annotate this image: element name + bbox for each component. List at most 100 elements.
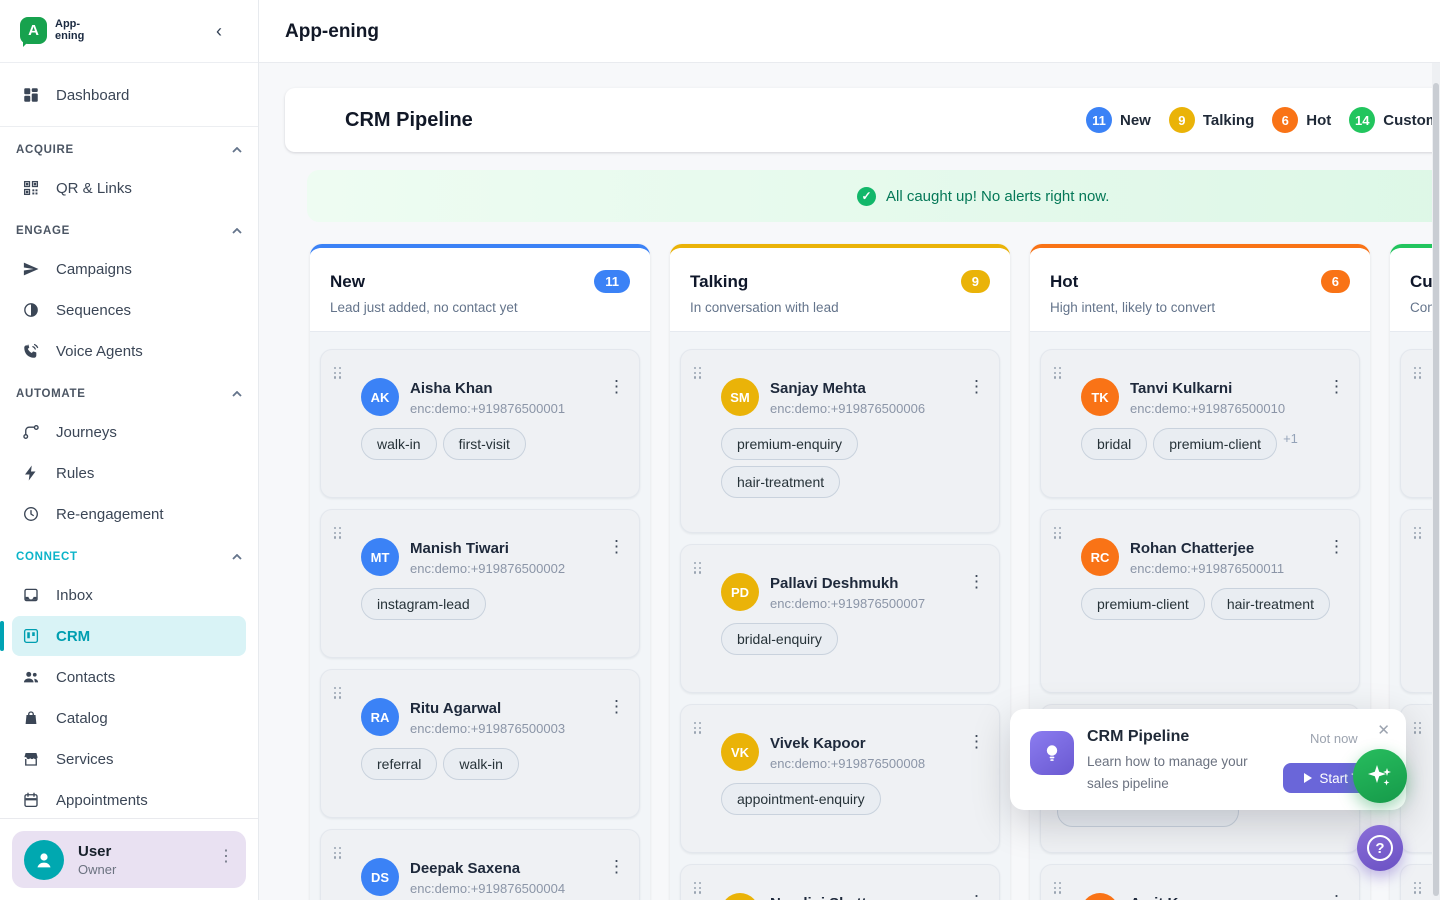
scrollbar-thumb[interactable] [1433, 83, 1439, 896]
user-profile[interactable]: User Owner ⋮ [12, 831, 246, 888]
sidebar-collapse-button[interactable]: ‹ [208, 20, 230, 42]
section-connect[interactable]: CONNECT [16, 547, 242, 567]
avatar: RA [361, 698, 399, 736]
user-menu-button[interactable]: ⋮ [218, 849, 234, 865]
lead-card[interactable]: ⋮ RC Rohan Chatterjee enc:demo:+91987650… [1040, 509, 1360, 693]
stat-count-badge: 14 [1349, 107, 1375, 133]
sidebar-item-campaigns[interactable]: Campaigns [12, 249, 246, 289]
chevron-up-icon [232, 147, 242, 153]
card-menu-button[interactable]: ⋮ [608, 698, 625, 715]
tag: hair-treatment [721, 466, 840, 498]
sequence-icon [22, 301, 40, 319]
card-menu-button[interactable]: ⋮ [608, 378, 625, 395]
inbox-icon [22, 586, 40, 604]
pipeline-title: CRM Pipeline [345, 88, 473, 152]
sparkles-icon [1365, 761, 1395, 791]
divider [0, 126, 258, 127]
avatar: TK [1081, 378, 1119, 416]
tag: appointment-enquiry [721, 783, 881, 815]
drag-handle-icon[interactable] [1054, 527, 1062, 539]
card-menu-button[interactable]: ⋮ [608, 858, 625, 875]
sidebar-item-catalog[interactable]: Catalog [12, 698, 246, 738]
close-icon[interactable]: ✕ [1377, 721, 1390, 739]
vertical-scrollbar[interactable] [1432, 63, 1440, 900]
lead-card[interactable]: ⋮ PD Pallavi Deshmukh enc:demo:+91987650… [680, 544, 1000, 693]
drag-handle-icon[interactable] [334, 847, 342, 859]
drag-handle-icon[interactable] [1414, 882, 1422, 894]
column-title: New [330, 272, 365, 292]
sidebar-item-inbox[interactable]: Inbox [12, 575, 246, 615]
drag-handle-icon[interactable] [334, 527, 342, 539]
stat-label: Hot [1306, 112, 1331, 129]
lead-card[interactable]: ⋮ RA Ritu Agarwal enc:demo:+919876500003… [320, 669, 640, 818]
drag-handle-icon[interactable] [1054, 882, 1062, 894]
send-icon [22, 260, 40, 278]
lead-card[interactable]: ⋮ Amit Kumar [1040, 864, 1360, 900]
lead-card[interactable]: ⋮ SM Sanjay Mehta enc:demo:+919876500006… [680, 349, 1000, 533]
section-automate[interactable]: AUTOMATE [16, 384, 242, 404]
tour-popup: CRM Pipeline Learn how to manage your sa… [1010, 709, 1406, 810]
column-title: Talking [690, 272, 748, 292]
section-acquire[interactable]: ACQUIRE [16, 140, 242, 160]
section-engage[interactable]: ENGAGE [16, 221, 242, 241]
lead-phone: enc:demo:+919876500008 [770, 756, 925, 771]
sidebar-item-rules[interactable]: Rules [12, 453, 246, 493]
drag-handle-icon[interactable] [1414, 367, 1422, 379]
drag-handle-icon[interactable] [1054, 367, 1062, 379]
card-menu-button[interactable]: ⋮ [968, 893, 985, 900]
sidebar-item-contacts[interactable]: Contacts [12, 657, 246, 697]
page-title: App-ening [285, 0, 379, 63]
tour-dismiss-button[interactable]: Not now [1310, 731, 1358, 746]
sidebar-item-sequences[interactable]: Sequences [12, 290, 246, 330]
lead-card[interactable]: ⋮ VK Vivek Kapoor enc:demo:+919876500008… [680, 704, 1000, 853]
drag-handle-icon[interactable] [694, 882, 702, 894]
check-circle-icon: ✓ [857, 187, 876, 206]
avatar: DS [361, 858, 399, 896]
drag-handle-icon[interactable] [334, 687, 342, 699]
sidebar-item-journeys[interactable]: Journeys [12, 412, 246, 452]
lead-name: Rohan Chatterjee [1130, 540, 1284, 557]
lead-phone: enc:demo:+919876500001 [410, 401, 565, 416]
brand-line1: App- [55, 18, 80, 30]
help-fab[interactable]: ? [1357, 825, 1403, 871]
tour-description: Learn how to manage your sales pipeline [1087, 751, 1282, 794]
lead-card[interactable]: ⋮ DS Deepak Saxena enc:demo:+91987650000… [320, 829, 640, 900]
tag: premium-enquiry [721, 428, 858, 460]
lead-name: Manish Tiwari [410, 540, 565, 557]
drag-handle-icon[interactable] [694, 562, 702, 574]
card-menu-button[interactable]: ⋮ [1328, 378, 1345, 395]
sidebar-item-dashboard[interactable]: Dashboard [12, 75, 246, 115]
sidebar-item-label: Rules [56, 465, 94, 482]
app-logo[interactable]: A App- ening [20, 17, 84, 44]
sidebar-item-crm[interactable]: CRM [12, 616, 246, 656]
drag-handle-icon[interactable] [1414, 722, 1422, 734]
lead-card[interactable]: ⋮ MT Manish Tiwari enc:demo:+91987650000… [320, 509, 640, 658]
column-body: ⋮ AK Aisha Khan enc:demo:+919876500001 w… [310, 332, 650, 900]
lead-card[interactable]: ⋮ TK Tanvi Kulkarni enc:demo:+9198765000… [1040, 349, 1360, 498]
card-menu-button[interactable]: ⋮ [1328, 538, 1345, 555]
sidebar-item-appointments[interactable]: Appointments [12, 780, 246, 820]
card-menu-button[interactable]: ⋮ [968, 733, 985, 750]
card-menu-button[interactable]: ⋮ [968, 378, 985, 395]
card-menu-button[interactable]: ⋮ [1328, 893, 1345, 900]
column-subtitle: In conversation with lead [690, 300, 990, 315]
app-logo-icon: A [20, 17, 47, 44]
lead-card[interactable]: ⋮ AK Aisha Khan enc:demo:+919876500001 w… [320, 349, 640, 498]
tag-list: walk-in first-visit [361, 428, 623, 460]
brand-line2: ening [55, 30, 84, 42]
sidebar-item-services[interactable]: Services [12, 739, 246, 779]
drag-handle-icon[interactable] [694, 367, 702, 379]
column-count-badge: 9 [961, 270, 990, 293]
sidebar-item-voice-agents[interactable]: Voice Agents [12, 331, 246, 371]
card-menu-button[interactable]: ⋮ [968, 573, 985, 590]
lead-card[interactable]: ⋮ Nandini Shetty [680, 864, 1000, 900]
drag-handle-icon[interactable] [1414, 527, 1422, 539]
lightning-icon [22, 464, 40, 482]
drag-handle-icon[interactable] [334, 367, 342, 379]
ai-assistant-fab[interactable] [1353, 749, 1407, 803]
drag-handle-icon[interactable] [694, 722, 702, 734]
lead-phone: enc:demo:+919876500011 [1130, 561, 1284, 576]
sidebar-item-qr-links[interactable]: QR & Links [12, 168, 246, 208]
sidebar-item-re-engagement[interactable]: Re-engagement [12, 494, 246, 534]
card-menu-button[interactable]: ⋮ [608, 538, 625, 555]
